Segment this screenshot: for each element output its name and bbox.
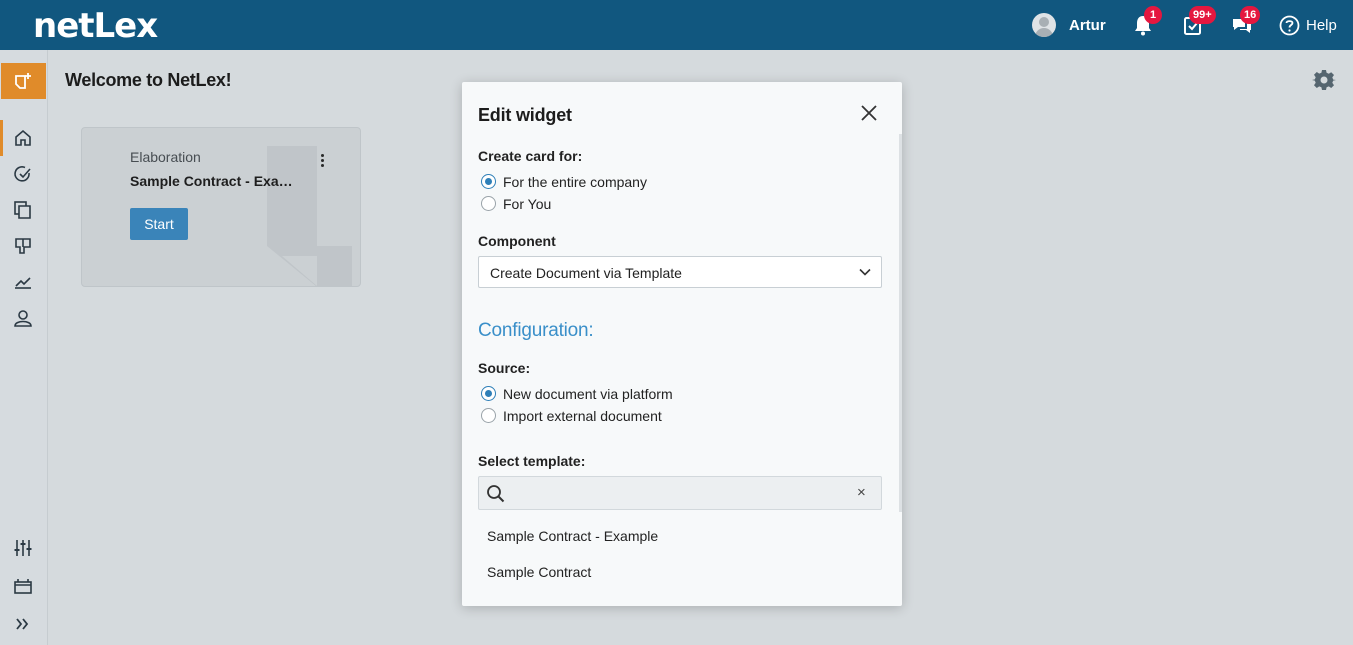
user-name[interactable]: Artur (1069, 17, 1106, 34)
select-template-label: Select template: (478, 453, 586, 469)
create-card-for-label: Create card for: (478, 148, 583, 164)
radio-label: New document via platform (503, 386, 673, 402)
template-option[interactable]: Sample Contract - Example (478, 519, 882, 553)
close-button[interactable] (858, 102, 880, 124)
double-chevron-right-icon (16, 618, 29, 630)
sidebar-expand-button[interactable] (0, 606, 46, 642)
radio-label: For the entire company (503, 174, 647, 190)
clear-search-icon[interactable]: × (857, 484, 866, 501)
close-icon (861, 105, 877, 121)
notifications-button[interactable]: 1 (1131, 6, 1162, 37)
template-search[interactable]: × (478, 476, 882, 510)
check-circle-icon (14, 166, 31, 182)
sliders-icon (14, 540, 32, 556)
edit-widget-dialog: Edit widget Create card for: For the ent… (462, 82, 902, 606)
user-avatar[interactable] (1032, 13, 1056, 37)
user-icon (14, 310, 32, 327)
page-title: Welcome to NetLex! (65, 70, 232, 90)
sidebar-item-settings[interactable] (0, 530, 46, 566)
help-label: Help (1306, 17, 1337, 34)
tasks-badge: 99+ (1189, 6, 1216, 24)
template-option[interactable]: Sample Contract (478, 555, 882, 589)
add-document-icon (15, 73, 31, 89)
sidebar-item-documents[interactable] (0, 192, 46, 228)
messages-button[interactable]: 16 (1230, 6, 1261, 37)
widget-card[interactable]: Elaboration Sample Contract - Example St… (81, 127, 361, 287)
card-title: Sample Contract - Example (130, 173, 300, 189)
radio-button[interactable] (481, 196, 496, 211)
search-icon (487, 485, 505, 503)
component-select[interactable]: Create Document via Template (478, 256, 882, 288)
help-icon (1279, 15, 1300, 36)
source-label: Source: (478, 360, 531, 376)
top-bar: netLex Artur 1 99+ 16 Help (0, 0, 1353, 50)
notifications-badge: 1 (1144, 6, 1162, 24)
sidebar-item-board[interactable] (0, 228, 46, 264)
archive-icon (14, 579, 32, 594)
radio-label: Import external document (503, 408, 662, 424)
tasks-button[interactable]: 99+ (1181, 6, 1216, 37)
sidebar-item-reports[interactable] (0, 264, 46, 300)
card-category: Elaboration (130, 149, 201, 165)
sidebar-item-archive[interactable] (0, 568, 46, 604)
home-icon (15, 129, 31, 146)
template-search-input[interactable] (513, 483, 843, 503)
new-item-button[interactable] (1, 63, 46, 99)
sidebar-item-home[interactable] (0, 120, 46, 156)
sidebar-item-tasks[interactable] (0, 156, 46, 192)
board-icon (15, 238, 31, 254)
help-button[interactable]: Help (1279, 15, 1337, 37)
component-select-value: Create Document via Template (490, 265, 682, 281)
dashboard-settings-button[interactable] (1312, 68, 1336, 92)
dialog-scrollbar[interactable] (899, 134, 902, 512)
dialog-title: Edit widget (478, 105, 572, 125)
chart-icon (15, 277, 31, 289)
sidebar-item-contacts[interactable] (0, 300, 46, 336)
configuration-heading: Configuration: (478, 320, 594, 341)
messages-badge: 16 (1240, 6, 1261, 24)
radio-button[interactable] (481, 174, 496, 189)
start-button[interactable]: Start (130, 208, 188, 240)
chevron-down-icon (859, 268, 871, 276)
sidebar (0, 50, 48, 645)
radio-label: For You (503, 196, 552, 212)
card-more-menu-button[interactable] (314, 152, 330, 170)
gear-icon (1312, 70, 1336, 90)
netlex-logo[interactable]: netLex (33, 6, 158, 46)
radio-button[interactable] (481, 386, 496, 401)
component-label: Component (478, 233, 556, 249)
radio-button[interactable] (481, 408, 496, 423)
documents-icon (14, 201, 31, 219)
